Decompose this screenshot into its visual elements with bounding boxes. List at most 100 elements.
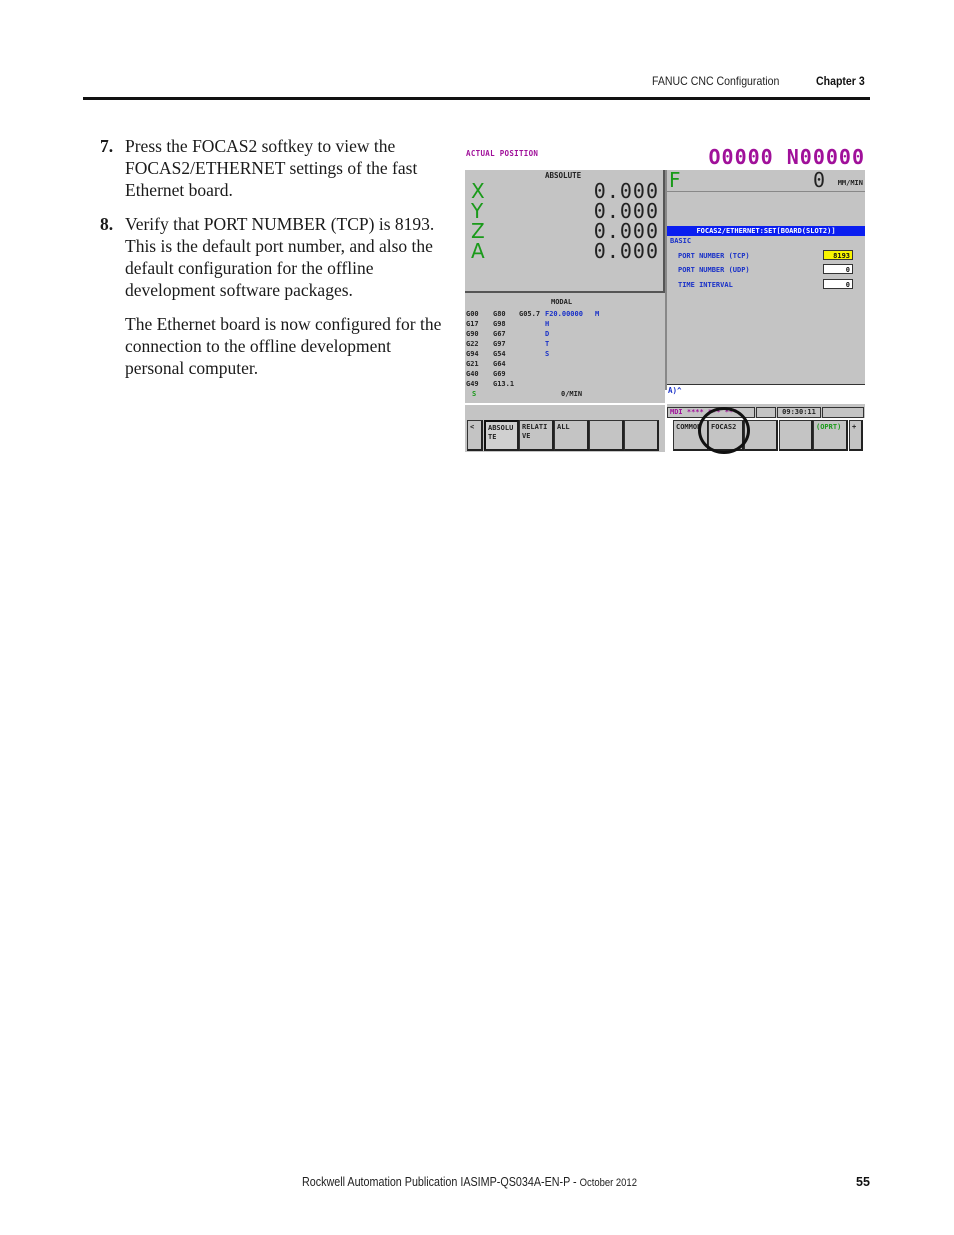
modal-code: H — [545, 320, 550, 328]
setting-row-tcp-port: PORT NUMBER (TCP) 8193 — [677, 250, 863, 262]
step-text: Verify that PORT NUMBER (TCP) is 8193. T… — [125, 214, 435, 300]
g-code: G69 — [493, 370, 506, 378]
modal-row: G94 G54 S — [466, 349, 664, 359]
g-code: G40 — [466, 370, 479, 378]
feed-label: F — [669, 168, 681, 192]
publication-date: October 2012 — [579, 1177, 637, 1189]
feed-panel: F 0 MM/MIN — [667, 170, 865, 192]
softkey-empty[interactable] — [744, 420, 778, 451]
screen-title: ACTUAL POSITION — [466, 149, 539, 158]
page-number: 55 — [856, 1175, 870, 1189]
modal-code: D — [545, 330, 550, 338]
left-softkey-row: < ABSOLU TE RELATI VE ALL — [465, 405, 665, 452]
spindle-label: S — [472, 390, 477, 398]
modal-code: F20.00000 — [545, 310, 583, 318]
status-bar: MDI **** *** *** 09:30:11 — [667, 404, 865, 418]
axis-value: 0.000 — [593, 199, 659, 223]
header-rule — [83, 97, 870, 100]
axis-row-x: X 0.000 — [471, 181, 661, 201]
footer-publication: Rockwell Automation Publication IASIMP-Q… — [302, 1175, 637, 1189]
header-section-title: FANUC CNC Configuration — [652, 74, 780, 88]
softkey-absolute[interactable]: ABSOLU TE — [484, 420, 519, 451]
key-input-line[interactable]: A)^ — [667, 385, 865, 397]
setting-label: PORT NUMBER (UDP) — [678, 266, 750, 274]
right-softkey-row: COMMON FOCAS2 (OPRT) + — [667, 418, 865, 452]
modal-row: G90 G67 D — [466, 329, 664, 339]
position-panel: ABSOLUTE X 0.000 Y 0.000 Z 0.000 A 0.000 — [465, 170, 665, 293]
status-blank — [822, 407, 864, 418]
axis-name: Y — [471, 199, 484, 223]
step-text: Press the FOCAS2 softkey to view the FOC… — [125, 136, 418, 200]
modal-row: G00 G80 G05.7 F20.00000 M — [466, 309, 664, 319]
softkey-prev[interactable]: < — [467, 420, 483, 451]
axis-name: X — [471, 179, 485, 203]
modal-code: M — [595, 310, 600, 318]
softkey-empty[interactable] — [624, 420, 659, 451]
g-code: G80 — [493, 310, 506, 318]
note-paragraph: The Ethernet board is now configured for… — [125, 314, 442, 378]
softkey-operation[interactable]: (OPRT) — [813, 420, 848, 451]
modal-code: S — [545, 350, 550, 358]
step-number: 8. — [100, 214, 114, 234]
spindle-row: S 0/MIN — [466, 389, 664, 399]
ethernet-panel-title: FOCAS2/ETHERNET:SET[BOARD(SLOT2)] — [667, 226, 865, 236]
cnc-screenshot: ACTUAL POSITION O0000 N00000 ABSOLUTE X … — [465, 140, 867, 452]
axis-name: Z — [471, 219, 485, 243]
g-code: G98 — [493, 320, 506, 328]
g-code: G21 — [466, 360, 479, 368]
axis-row-z: Z 0.000 — [471, 221, 661, 241]
axis-name: A — [471, 239, 485, 263]
g-code: G00 — [466, 310, 479, 318]
g-code: G13.1 — [493, 380, 515, 388]
softkey-empty[interactable] — [589, 420, 624, 451]
g-code: G90 — [466, 330, 479, 338]
setting-value-field[interactable]: 0 — [823, 279, 853, 289]
setting-label: PORT NUMBER (TCP) — [678, 252, 750, 260]
softkey-focas2[interactable]: FOCAS2 — [708, 420, 744, 451]
clock: 09:30:11 — [777, 407, 821, 418]
header-chapter: Chapter 3 — [816, 74, 865, 88]
setting-row-time-interval: TIME INTERVAL 0 — [677, 279, 863, 291]
g-code: G05.7 — [519, 310, 541, 318]
status-blank — [756, 407, 776, 418]
step-8: 8. Verify that PORT NUMBER (TCP) is 8193… — [100, 213, 450, 301]
modal-code: T — [545, 340, 550, 348]
step-7: 7. Press the FOCAS2 softkey to view the … — [100, 135, 450, 201]
axis-row-y: Y 0.000 — [471, 201, 661, 221]
modal-row: G21 G64 — [466, 359, 664, 369]
g-code: G54 — [493, 350, 506, 358]
modal-row: G17 G98 H — [466, 319, 664, 329]
setting-value-field[interactable]: 8193 — [823, 250, 853, 260]
program-number: O0000 N00000 — [708, 145, 865, 169]
modal-row: G49 G13.1 — [466, 379, 664, 389]
softkey-relative[interactable]: RELATI VE — [519, 420, 554, 451]
publication-id: Rockwell Automation Publication IASIMP-Q… — [302, 1175, 580, 1189]
feed-value: 0 — [812, 168, 825, 192]
ethernet-settings-panel: FOCAS2/ETHERNET:SET[BOARD(SLOT2)] BASIC … — [667, 192, 865, 386]
g-code: G67 — [493, 330, 506, 338]
setting-value-field[interactable]: 0 — [823, 264, 853, 274]
g-code: G94 — [466, 350, 479, 358]
input-prompt: A)^ — [668, 386, 682, 395]
softkey-empty[interactable] — [779, 420, 813, 451]
feed-unit: MM/MIN — [837, 179, 863, 187]
step-number: 7. — [100, 136, 114, 156]
softkey-common[interactable]: COMMON — [673, 420, 709, 451]
axis-value: 0.000 — [593, 179, 659, 203]
modal-title: MODAL — [551, 298, 573, 306]
axis-row-a: A 0.000 — [471, 241, 661, 261]
softkey-all[interactable]: ALL — [554, 420, 589, 451]
instructions: 7. Press the FOCAS2 softkey to view the … — [100, 135, 450, 379]
g-code: G49 — [466, 380, 479, 388]
basic-section-label: BASIC — [670, 237, 692, 245]
spindle-unit: 0/MIN — [561, 390, 583, 398]
absolute-label: ABSOLUTE — [545, 171, 582, 180]
axis-value: 0.000 — [593, 219, 659, 243]
modal-panel: MODAL G00 G80 G05.7 F20.00000 M G17 G98 H G90 G… — [465, 293, 665, 403]
mode-status: MDI **** *** *** — [667, 407, 755, 418]
setting-label: TIME INTERVAL — [678, 281, 733, 289]
modal-row: G40 G69 — [466, 369, 664, 379]
modal-row: G22 G97 T — [466, 339, 664, 349]
softkey-next[interactable]: + — [849, 420, 863, 451]
g-code: G17 — [466, 320, 479, 328]
